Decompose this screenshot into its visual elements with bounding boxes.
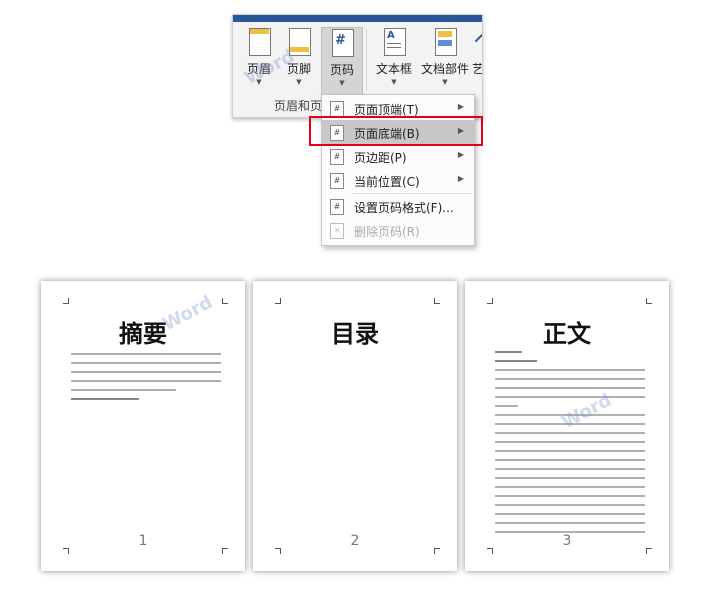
header-icon bbox=[248, 27, 271, 56]
page-number-button[interactable]: # 页码 ▼ bbox=[321, 27, 363, 97]
chevron-right-icon: ▶ bbox=[457, 174, 464, 183]
wordart-button-label: 艺 bbox=[471, 62, 483, 76]
chevron-right-icon: ▶ bbox=[457, 102, 464, 111]
text-box-button[interactable]: A 文本框 ▼ bbox=[371, 27, 417, 95]
page-corner-mark bbox=[222, 298, 228, 304]
menu-item-label: 页边距(P) bbox=[354, 151, 407, 165]
footer-button-label: 页脚 bbox=[286, 62, 311, 76]
menu-item-current-position[interactable]: # 当前位置(C) ▶ bbox=[322, 168, 474, 192]
page-margin-icon: # bbox=[330, 149, 344, 165]
remove-page-number-icon: ✕ bbox=[330, 223, 344, 239]
chevron-down-icon: ▼ bbox=[256, 78, 262, 86]
chevron-down-icon: ▼ bbox=[339, 79, 345, 87]
page-title: 正文 bbox=[543, 320, 591, 348]
menu-item-label: 设置页码格式(F)... bbox=[354, 201, 454, 215]
menu-item-label: 当前位置(C) bbox=[354, 175, 420, 189]
page-number: 3 bbox=[562, 533, 572, 549]
format-page-number-icon: # bbox=[330, 199, 344, 215]
header-button-label: 页眉 bbox=[246, 62, 271, 76]
page-body-text bbox=[495, 351, 645, 540]
chevron-down-icon: ▼ bbox=[296, 78, 302, 86]
footer-button[interactable]: 页脚 ▼ bbox=[281, 27, 317, 95]
page-title: 摘要 bbox=[119, 320, 167, 348]
quick-parts-icon bbox=[434, 27, 457, 56]
page-corner-mark bbox=[275, 298, 281, 304]
ribbon-divider bbox=[366, 29, 367, 91]
text-box-icon: A bbox=[383, 27, 406, 56]
document-page-2: 目录 2 bbox=[253, 281, 457, 571]
page-number: 2 bbox=[350, 533, 360, 549]
chevron-down-icon: ▼ bbox=[391, 78, 397, 86]
page-number-icon: # bbox=[331, 28, 354, 57]
menu-item-label: 删除页码(R) bbox=[354, 225, 420, 239]
page-number: 1 bbox=[138, 533, 148, 549]
chevron-down-icon: ▼ bbox=[442, 78, 448, 86]
quick-parts-button[interactable]: 文档部件 ▼ bbox=[419, 27, 471, 95]
text-box-button-label: 文本框 bbox=[375, 62, 412, 76]
footer-icon bbox=[288, 27, 311, 56]
page-top-icon: # bbox=[330, 101, 344, 117]
page-number-button-label: 页码 bbox=[329, 63, 354, 77]
highlight-box bbox=[309, 116, 483, 146]
page-corner-mark bbox=[63, 298, 69, 304]
header-button[interactable]: 页眉 ▼ bbox=[241, 27, 277, 95]
menu-item-format-page-number[interactable]: # 设置页码格式(F)... bbox=[322, 194, 474, 218]
wordart-button[interactable]: 艺 bbox=[471, 27, 483, 95]
document-page-1: 摘要 Word 1 bbox=[41, 281, 245, 571]
menu-item-remove-page-number: ✕ 删除页码(R) bbox=[322, 218, 474, 242]
page-title: 目录 bbox=[331, 320, 379, 348]
ribbon-title-bar bbox=[233, 15, 482, 22]
document-page-3: 正文 Word 3 bbox=[465, 281, 669, 571]
quick-parts-button-label: 文档部件 bbox=[420, 62, 469, 76]
page-body-text bbox=[71, 353, 221, 407]
chevron-right-icon: ▶ bbox=[457, 150, 464, 159]
menu-item-page-margin[interactable]: # 页边距(P) ▶ bbox=[322, 144, 474, 168]
wordart-icon bbox=[472, 27, 482, 55]
current-position-icon: # bbox=[330, 173, 344, 189]
page-corner-mark bbox=[487, 298, 493, 304]
page-corner-mark bbox=[434, 298, 440, 304]
page-corner-mark bbox=[646, 298, 652, 304]
